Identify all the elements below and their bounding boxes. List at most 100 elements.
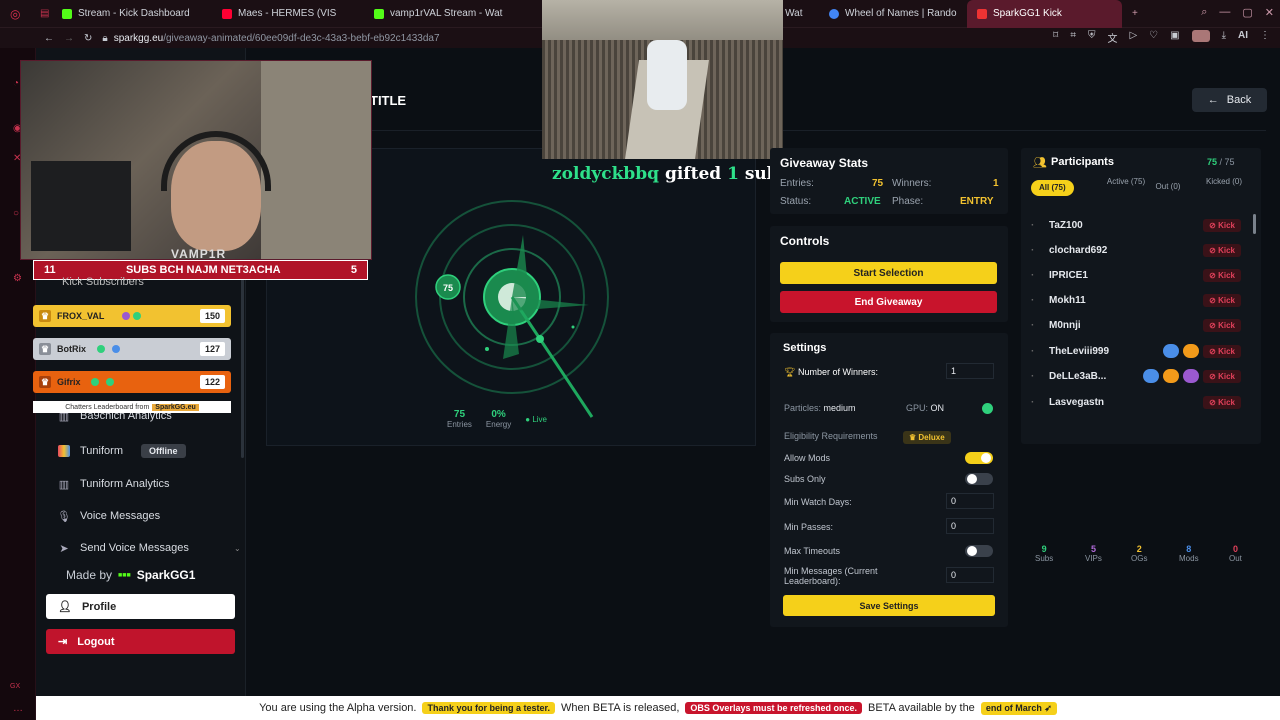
radar-stats: 75 Entries 0% Energy ● Live	[447, 409, 547, 429]
sidebar-icon[interactable]: ◔	[13, 78, 19, 89]
crop-icon[interactable]: ⌗	[1070, 30, 1076, 45]
youtube-icon	[222, 8, 232, 19]
tab-active[interactable]: Active (75)	[1105, 177, 1147, 187]
video-overlay	[542, 0, 783, 159]
entries-value: 75	[453, 409, 466, 420]
crown-icon: ♛	[39, 376, 51, 388]
heart-icon[interactable]: ♡	[1149, 30, 1158, 45]
tab-list-icon[interactable]: ▤	[30, 0, 52, 28]
download-icon[interactable]: ⤓	[1222, 30, 1226, 45]
tab-out[interactable]: Out (0)	[1149, 182, 1187, 192]
giveaway-stats-title: Giveaway Stats	[780, 156, 869, 170]
forward-nav-icon[interactable]: →	[64, 33, 74, 44]
tab-all[interactable]: All (75)	[1031, 180, 1074, 196]
entries-stat: 75 Entries	[447, 409, 472, 429]
gift-icon[interactable]: ▣	[1170, 30, 1179, 45]
participant-name: IPRICE1	[1049, 269, 1088, 281]
sidebar-icon[interactable]: ○	[13, 208, 19, 219]
tab-vamp1rval-stream[interactable]: vamp1rVAL Stream - Wat	[364, 0, 524, 28]
more-icon[interactable]: …	[13, 703, 23, 714]
browser-menu-icon[interactable]: ◎	[0, 0, 30, 28]
deluxe-label: Deluxe	[918, 433, 945, 442]
made-by: Made by ■■■ SparkGG1	[66, 568, 195, 582]
sidebar-item-voice-messages[interactable]: 🎙︎ Voice Messages	[57, 510, 160, 523]
url-host: sparkgg.eu	[113, 32, 164, 44]
kick-label: Kick	[1218, 245, 1235, 255]
min-messages-input[interactable]: 0	[946, 567, 994, 583]
back-button[interactable]: ← Back	[1192, 88, 1267, 112]
footer-vips: 5 VIPs	[1085, 544, 1102, 563]
send-icon: ➤	[59, 542, 69, 555]
kick-button[interactable]: ⊘ Kick	[1203, 318, 1241, 332]
leaderboard-score: 150	[199, 309, 225, 323]
toggle-knob	[967, 474, 977, 484]
reload-icon[interactable]: ↻	[84, 33, 92, 44]
max-timeouts-toggle[interactable]	[965, 545, 993, 557]
min-watch-days-label: Min Watch Days:	[784, 497, 852, 507]
participants-title: Participants	[1051, 156, 1114, 168]
leaderboard-footer-text: Chatters Leaderboard from	[65, 403, 150, 411]
search-tabs-icon[interactable]: ⌕	[1201, 6, 1207, 19]
leaderboard-row: ♛ BotRix 127	[33, 338, 231, 360]
kick-button[interactable]: ⊘ Kick	[1203, 243, 1241, 257]
logout-button[interactable]: ⇥ Logout	[46, 629, 235, 654]
kick-icon	[62, 8, 72, 19]
shield-icon[interactable]: ⛨	[1088, 30, 1096, 45]
settings-icon[interactable]: ⚙	[13, 273, 22, 284]
num-winners-input[interactable]: 1	[946, 363, 994, 379]
leaderboard-brand: SparkGG.eu	[152, 403, 199, 411]
tab-kick-dashboard[interactable]: Stream - Kick Dashboard	[52, 0, 212, 28]
og-badge-icon	[1163, 369, 1180, 383]
lock-icon: 🔒︎	[102, 32, 108, 44]
tab-active-label: Active (75)	[1106, 177, 1146, 186]
gpu-value: ON	[930, 403, 945, 413]
avatar[interactable]	[1191, 30, 1210, 42]
subs-goal-text: SUBS BCH NAJM NET3ACHA	[125, 264, 281, 276]
footer-mods: 8 Mods	[1179, 544, 1199, 563]
vip-badge-icon	[1183, 369, 1200, 383]
trophy-icon: 🏆︎	[784, 367, 796, 377]
kick-button[interactable]: ⊘ Kick	[1203, 268, 1241, 282]
particles-value[interactable]: medium	[824, 403, 856, 413]
start-selection-button[interactable]: Start Selection	[780, 262, 997, 284]
leaderboard-footer: Chatters Leaderboard from SparkGG.eu	[33, 401, 231, 413]
end-giveaway-button[interactable]: End Giveaway	[780, 291, 997, 313]
min-passes-input[interactable]: 0	[946, 518, 994, 534]
num-winners-label: Number of Winners:	[797, 367, 878, 377]
tab-youtube-maes[interactable]: Maes - HERMES (VIS	[212, 0, 364, 28]
kick-button[interactable]: ⊘ Kick	[1203, 395, 1241, 409]
tab-sparkgg1-kick[interactable]: SparkGG1 Kick	[967, 0, 1122, 28]
participants-scrollbar[interactable]	[1253, 214, 1256, 234]
close-icon[interactable]: ✕	[1265, 6, 1274, 19]
ai-button[interactable]: AI	[1238, 30, 1248, 45]
sidebar-item-tuniform[interactable]: Tuniform Offline	[58, 444, 186, 458]
kick-button[interactable]: ⊘ Kick	[1203, 369, 1241, 383]
kick-button[interactable]: ⊘ Kick	[1203, 293, 1241, 307]
play-icon[interactable]: ▷	[1129, 30, 1137, 45]
crown-icon: ♛	[39, 310, 51, 322]
kick-button[interactable]: ⊘ Kick	[1203, 218, 1241, 232]
badge-icon	[122, 312, 130, 320]
new-tab-icon[interactable]: +	[1122, 0, 1146, 28]
sidebar-item-tuniform-analytics[interactable]: ▥ Tuniform Analytics	[58, 478, 170, 491]
sidebar-item-send-voice-messages[interactable]: ➤ Send Voice Messages	[58, 542, 188, 555]
minimize-icon[interactable]: —	[1219, 6, 1230, 19]
back-nav-icon[interactable]: ←	[44, 33, 54, 44]
profile-button[interactable]: 👤︎ Profile	[46, 594, 235, 619]
subs-only-toggle[interactable]	[965, 473, 993, 485]
translate-icon[interactable]: 文	[1107, 30, 1117, 45]
tab-kicked[interactable]: Kicked (0)	[1205, 177, 1243, 187]
kick-label: Kick	[1218, 397, 1235, 407]
allow-mods-toggle[interactable]	[965, 452, 993, 464]
tab-wheel-of-names[interactable]: Wheel of Names | Rando	[819, 0, 967, 28]
chevron-down-icon[interactable]: ⌄	[234, 544, 241, 553]
participant-row: · TaZ100 ⊘ Kick	[1031, 214, 1241, 236]
snapshot-icon[interactable]: ⌑	[1053, 30, 1058, 45]
min-watch-days-input[interactable]: 0	[946, 493, 994, 509]
maximize-icon[interactable]: ▢	[1242, 6, 1252, 19]
menu-icon[interactable]: ⋮	[1260, 30, 1270, 45]
url-field[interactable]: 🔒︎ sparkgg.eu/giveaway-animated/60ee09df…	[102, 33, 439, 44]
gpu-label: GPU:	[906, 403, 929, 413]
kick-button[interactable]: ⊘ Kick	[1203, 344, 1241, 358]
save-settings-button[interactable]: Save Settings	[783, 595, 995, 616]
